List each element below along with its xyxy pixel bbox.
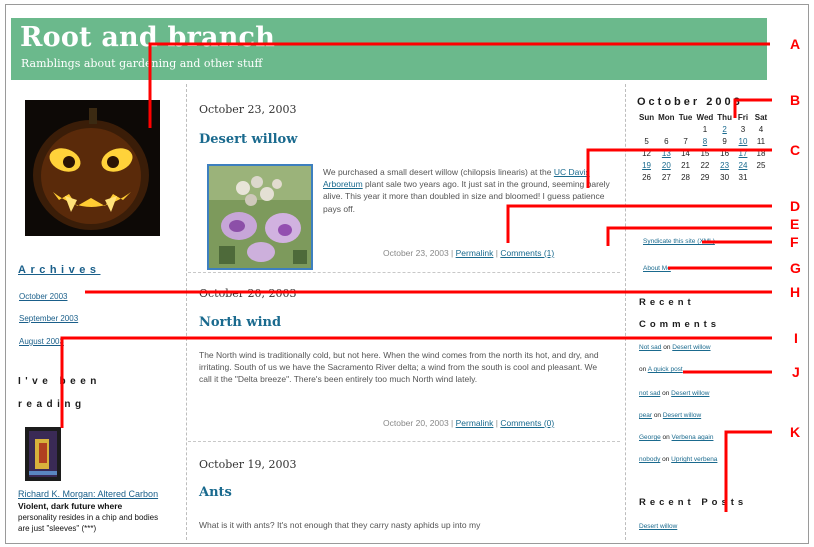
callout-k: K [790, 424, 800, 440]
callout-line-a [148, 42, 770, 128]
callout-h: H [790, 284, 800, 300]
callout-line-c [586, 148, 772, 188]
callout-d: D [790, 198, 800, 214]
callout-j: J [792, 364, 800, 380]
callout-c: C [790, 142, 800, 158]
callout-i: I [794, 330, 798, 346]
callout-line-k [724, 430, 772, 512]
callout-annotations: A B C D E F G H I J K [60, 36, 801, 512]
callout-g: G [790, 260, 801, 276]
callout-b: B [790, 92, 800, 108]
callout-f: F [790, 234, 799, 250]
callout-line-d [506, 204, 772, 243]
callout-line-b [733, 98, 772, 118]
callout-line-i [60, 336, 772, 428]
callout-a: A [790, 36, 800, 52]
callout-e: E [790, 216, 799, 232]
